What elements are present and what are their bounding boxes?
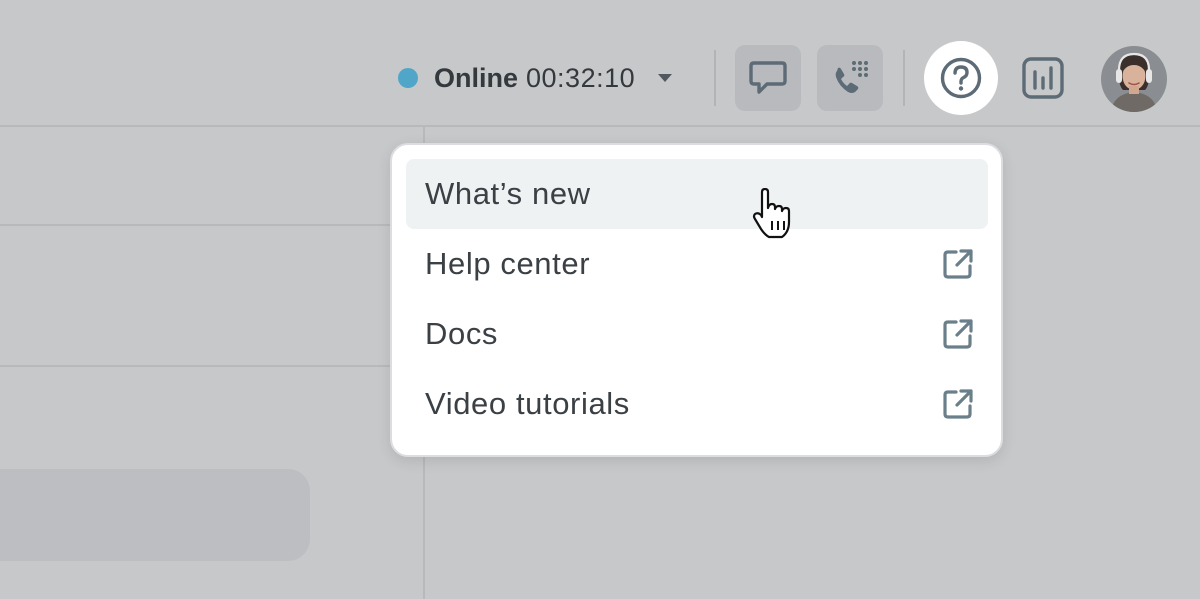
- menu-item-label: What’s new: [425, 176, 591, 211]
- left-panel: [0, 127, 425, 599]
- user-avatar[interactable]: [1101, 46, 1167, 112]
- placeholder-card: [0, 469, 310, 561]
- status-selector[interactable]: Online 00:32:10: [398, 58, 673, 98]
- status-label: Online: [434, 62, 519, 93]
- external-link-icon: [943, 389, 973, 419]
- hand-pointer-cursor-icon: [752, 188, 791, 239]
- menu-item-label: Docs: [425, 316, 499, 351]
- external-link-icon: [943, 249, 973, 279]
- toolbar-divider: [903, 50, 905, 106]
- menu-item-label: Video tutorials: [425, 386, 630, 421]
- chat-bubble-icon: [749, 61, 787, 94]
- panel-divider: [0, 224, 425, 226]
- menu-item-label: Help center: [425, 246, 591, 281]
- status-indicator-dot: [398, 68, 418, 88]
- menu-item-docs[interactable]: Docs: [406, 299, 988, 369]
- status-timer: 00:32:10: [526, 62, 636, 93]
- menu-item-whats-new[interactable]: What’s new: [406, 159, 988, 229]
- reports-chart-icon: [1022, 57, 1064, 99]
- dialpad-phone-icon: [835, 61, 868, 93]
- menu-item-help-center[interactable]: Help center: [406, 229, 988, 299]
- external-link-icon: [943, 319, 973, 349]
- user-avatar-image: [1101, 46, 1167, 112]
- top-bar: Online 00:32:10: [0, 0, 1200, 127]
- toolbar-divider: [714, 50, 716, 106]
- phone-dialpad-button[interactable]: [817, 45, 883, 111]
- panel-divider: [0, 365, 425, 367]
- help-circle-icon: [940, 57, 982, 99]
- chat-button[interactable]: [735, 45, 801, 111]
- menu-item-video-tutorials[interactable]: Video tutorials: [406, 369, 988, 439]
- help-button[interactable]: [924, 41, 998, 115]
- help-menu: What’s new Help center Docs Video tutori…: [390, 143, 1003, 457]
- caret-down-icon: [658, 74, 673, 82]
- reports-button[interactable]: [1010, 45, 1076, 111]
